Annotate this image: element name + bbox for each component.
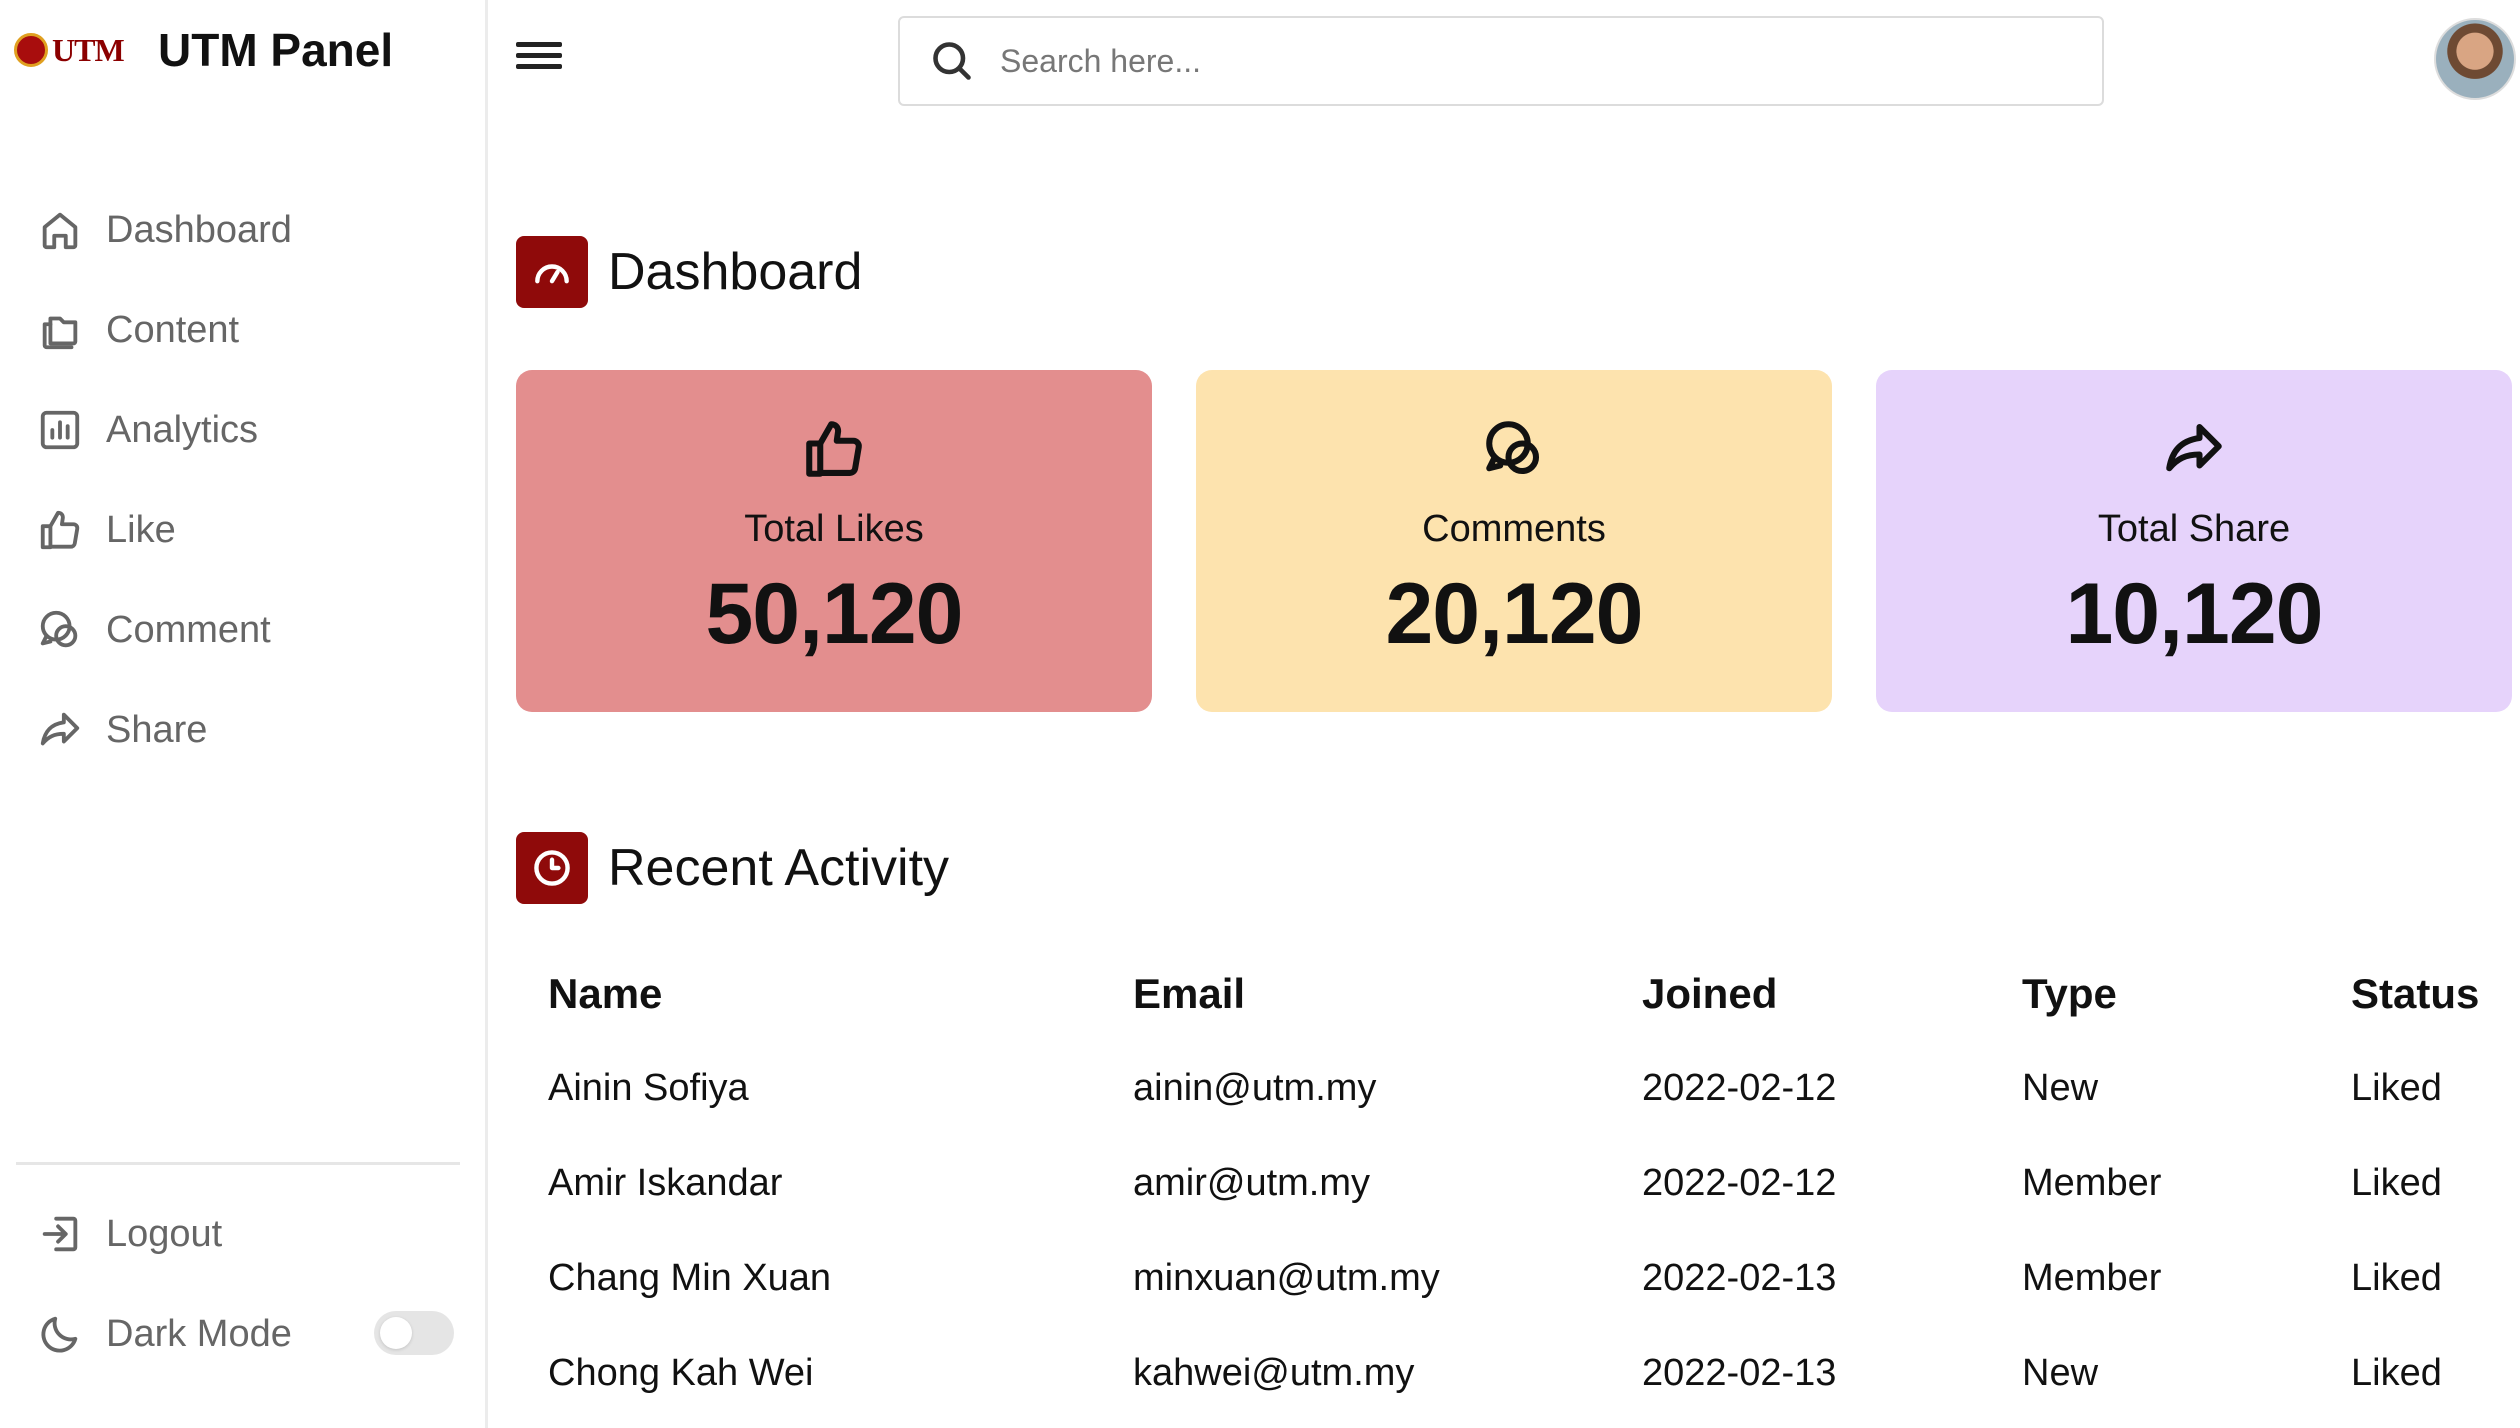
cell-joined: 2022-02-13 bbox=[1642, 1257, 1837, 1299]
cell-email: amir@utm.my bbox=[1133, 1162, 1371, 1204]
cell-type: New bbox=[2022, 1352, 2099, 1394]
column-header-joined: Joined bbox=[1642, 969, 1778, 1017]
activity-table: Name Email Joined Type Status Ainin Sofi… bbox=[516, 946, 2516, 1421]
sidebar-nav: Dashboard Content Analytics Like Comment… bbox=[36, 180, 456, 780]
column-header-name: Name bbox=[548, 969, 663, 1017]
toggle-knob bbox=[380, 1317, 412, 1349]
avatar[interactable] bbox=[2434, 18, 2516, 100]
cell-email: minxuan@utm.my bbox=[1133, 1257, 1440, 1299]
chat-bubbles-icon bbox=[36, 606, 84, 654]
sidebar-item-label: Share bbox=[106, 708, 208, 751]
share-arrow-icon bbox=[2161, 416, 2227, 482]
card-label: Total Share bbox=[2097, 508, 2291, 550]
cell-name: Ainin Sofiya bbox=[548, 1067, 749, 1109]
clock-icon bbox=[516, 832, 588, 904]
dark-mode-label: Dark Mode bbox=[106, 1312, 292, 1355]
cell-type: New bbox=[2022, 1067, 2099, 1109]
card-label: Comments bbox=[1422, 508, 1606, 550]
table-row[interactable]: Chang Min Xuan minxuan@utm.my 2022-02-13… bbox=[516, 1231, 2516, 1326]
sidebar-item-label: Content bbox=[106, 308, 240, 351]
page-title: Dashboard bbox=[608, 243, 863, 301]
cell-status: Liked bbox=[2351, 1352, 2442, 1394]
cell-name: Chong Kah Wei bbox=[548, 1352, 814, 1394]
share-arrow-icon bbox=[36, 706, 84, 754]
sidebar-item-label: Comment bbox=[106, 608, 271, 651]
sidebar-item-label: Dashboard bbox=[106, 208, 292, 251]
brand[interactable]: UTM UTM Panel bbox=[14, 22, 393, 78]
total-share-card[interactable]: Total Share 10,120 bbox=[1876, 370, 2512, 712]
home-icon bbox=[36, 206, 84, 254]
bar-chart-icon bbox=[36, 406, 84, 454]
search-icon bbox=[933, 42, 971, 80]
logout-button[interactable]: Logout bbox=[36, 1184, 456, 1284]
cell-status: Liked bbox=[2351, 1067, 2442, 1109]
dark-mode-toggle[interactable] bbox=[374, 1311, 454, 1355]
table-row[interactable]: Chong Kah Wei kahwei@utm.my 2022-02-13 N… bbox=[516, 1326, 2516, 1421]
chat-bubbles-icon bbox=[1481, 416, 1547, 482]
table-row[interactable]: Amir Iskandar amir@utm.my 2022-02-12 Mem… bbox=[516, 1136, 2516, 1231]
cell-name: Chang Min Xuan bbox=[548, 1257, 832, 1299]
sidebar-item-comment[interactable]: Comment bbox=[36, 580, 456, 680]
thumbs-up-icon bbox=[36, 506, 84, 554]
cell-email: kahwei@utm.my bbox=[1133, 1352, 1415, 1394]
comments-card[interactable]: Comments 20,120 bbox=[1196, 370, 1832, 712]
sidebar-divider bbox=[16, 1162, 460, 1165]
folders-icon bbox=[36, 306, 84, 354]
moon-icon bbox=[36, 1310, 84, 1358]
cell-joined: 2022-02-12 bbox=[1642, 1162, 1837, 1204]
brand-title: UTM Panel bbox=[158, 24, 394, 76]
cell-joined: 2022-02-12 bbox=[1642, 1067, 1837, 1109]
sidebar-item-like[interactable]: Like bbox=[36, 480, 456, 580]
sidebar-item-label: Analytics bbox=[106, 408, 259, 451]
hamburger-menu-icon[interactable] bbox=[516, 36, 572, 84]
app-root: UTM UTM Panel Dashboard Content Analytic… bbox=[0, 0, 2520, 1428]
utm-wordmark: UTM bbox=[52, 31, 125, 68]
table-row[interactable]: Ainin Sofiya ainin@utm.my 2022-02-12 New… bbox=[516, 1041, 2516, 1136]
dashboard-header: Dashboard bbox=[516, 236, 862, 308]
sidebar-item-dashboard[interactable]: Dashboard bbox=[36, 180, 456, 280]
search-bar[interactable] bbox=[898, 16, 2104, 106]
cell-name: Amir Iskandar bbox=[548, 1162, 783, 1204]
column-header-type: Type bbox=[2022, 969, 2117, 1017]
section-title: Recent Activity bbox=[608, 839, 950, 897]
card-label: Total Likes bbox=[744, 508, 924, 550]
total-likes-card[interactable]: Total Likes 50,120 bbox=[516, 370, 1152, 712]
sidebar-item-label: Like bbox=[106, 508, 176, 551]
cell-status: Liked bbox=[2351, 1257, 2442, 1299]
cell-status: Liked bbox=[2351, 1162, 2442, 1204]
utm-seal-icon bbox=[14, 33, 48, 67]
logout-icon bbox=[36, 1210, 84, 1258]
logout-label: Logout bbox=[106, 1212, 223, 1255]
sidebar-item-content[interactable]: Content bbox=[36, 280, 456, 380]
card-value: 50,120 bbox=[705, 566, 963, 662]
sidebar: UTM UTM Panel Dashboard Content Analytic… bbox=[0, 0, 488, 1428]
card-value: 20,120 bbox=[1385, 566, 1643, 662]
sidebar-item-share[interactable]: Share bbox=[36, 680, 456, 780]
search-input[interactable] bbox=[1000, 42, 2000, 80]
table-header-row: Name Email Joined Type Status bbox=[516, 946, 2516, 1041]
utm-logo: UTM bbox=[14, 32, 130, 69]
sidebar-item-analytics[interactable]: Analytics bbox=[36, 380, 456, 480]
cell-email: ainin@utm.my bbox=[1133, 1067, 1377, 1109]
recent-activity-header: Recent Activity bbox=[516, 832, 949, 904]
card-value: 10,120 bbox=[2065, 566, 2323, 662]
cell-type: Member bbox=[2022, 1257, 2162, 1299]
speedometer-icon bbox=[516, 236, 588, 308]
column-header-status: Status bbox=[2351, 969, 2480, 1017]
cell-type: Member bbox=[2022, 1162, 2162, 1204]
thumbs-up-icon bbox=[801, 416, 867, 482]
cell-joined: 2022-02-13 bbox=[1642, 1352, 1837, 1394]
column-header-email: Email bbox=[1133, 969, 1246, 1017]
